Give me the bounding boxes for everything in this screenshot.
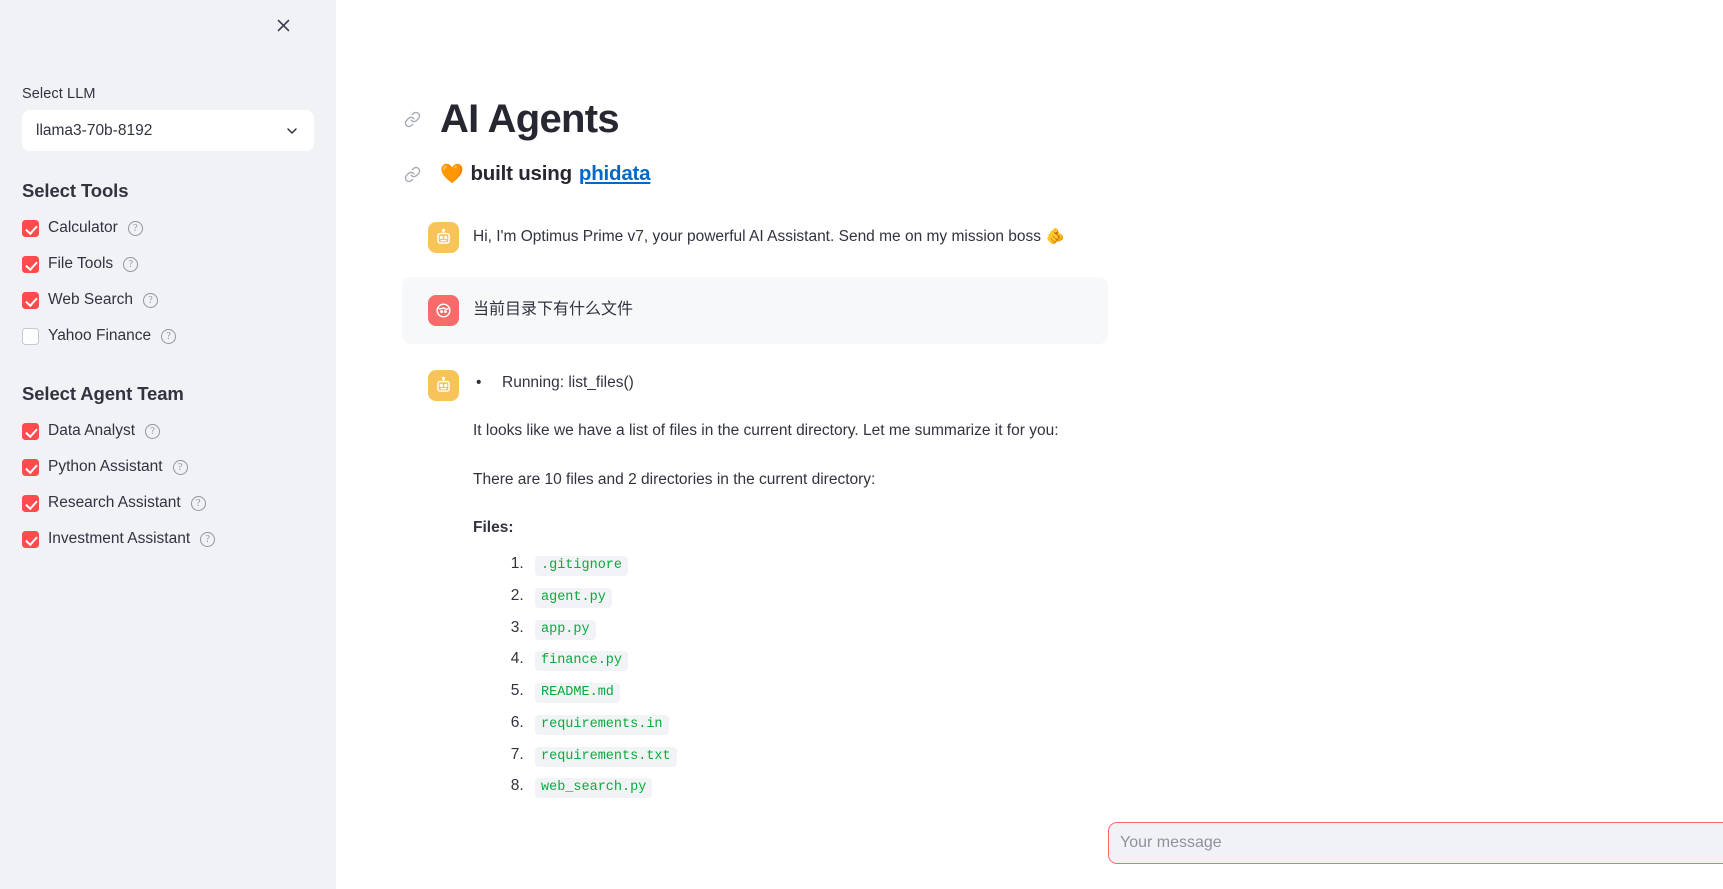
pointing-hand-icon: 🫵 xyxy=(1046,228,1065,245)
checkbox-icon[interactable] xyxy=(22,291,39,309)
file-name: requirements.txt xyxy=(535,746,677,767)
help-icon[interactable]: ? xyxy=(200,531,216,547)
file-list-item: .gitignore xyxy=(528,552,1059,576)
sidebar: Select LLM llama3-70b-8192 Select Tools … xyxy=(0,0,336,889)
agent-label: Investment Assistant xyxy=(48,530,191,547)
llm-select-value: llama3-70b-8192 xyxy=(36,121,153,139)
file-list: .gitignore agent.py app.py finance.py RE… xyxy=(473,552,1059,799)
greeting-text-wrap: Hi, I'm Optimus Prime v7, your powerful … xyxy=(473,222,1065,249)
files-heading: Files: xyxy=(473,518,514,536)
file-name: finance.py xyxy=(535,651,629,672)
help-icon[interactable]: ? xyxy=(143,292,159,308)
response-paragraph-1: It looks like we have a list of files in… xyxy=(473,422,1059,440)
help-icon[interactable]: ? xyxy=(190,495,206,511)
app-root: Select LLM llama3-70b-8192 Select Tools … xyxy=(0,0,1723,889)
chat-message-greeting: Hi, I'm Optimus Prime v7, your powerful … xyxy=(402,212,1108,263)
checkbox-icon[interactable] xyxy=(22,530,39,548)
checkbox-icon[interactable] xyxy=(22,219,39,237)
llm-select[interactable]: llama3-70b-8192 xyxy=(22,110,314,151)
link-icon[interactable] xyxy=(402,166,422,183)
help-icon[interactable]: ? xyxy=(123,256,139,272)
tool-label: Yahoo Finance xyxy=(48,327,152,344)
file-list-item: web_search.py xyxy=(528,774,1059,799)
robot-icon xyxy=(428,222,459,253)
page-title: AI Agents xyxy=(440,97,620,141)
file-list-item: agent.py xyxy=(528,584,1059,608)
file-list-item: requirements.txt xyxy=(528,743,1059,767)
tool-label: File Tools xyxy=(48,255,114,272)
agent-label: Research Assistant xyxy=(48,494,181,511)
subtitle-text: built using xyxy=(470,162,572,185)
file-name: agent.py xyxy=(535,587,612,608)
help-icon[interactable]: ? xyxy=(172,459,188,475)
file-name: app.py xyxy=(535,619,596,640)
page-title-row: AI Agents xyxy=(402,96,1108,142)
file-list-item: finance.py xyxy=(528,647,1059,672)
tool-checkbox-file-tools[interactable]: File Tools ? xyxy=(22,246,314,282)
main-content: AI Agents 🧡 built using phidata Hi, I'm … xyxy=(336,0,1723,889)
help-icon[interactable]: ? xyxy=(161,328,177,344)
file-name: .gitignore xyxy=(535,556,629,576)
tool-call-text: Running: list_files() xyxy=(502,374,634,391)
help-icon[interactable]: ? xyxy=(145,423,161,439)
chat-message-user: 当前目录下有什么文件 xyxy=(402,277,1108,344)
file-list-item: requirements.in xyxy=(528,711,1059,735)
tool-call-item: • Running: list_files() xyxy=(476,371,1059,394)
robot-icon xyxy=(428,370,459,401)
person-icon xyxy=(428,295,459,326)
response-paragraph-2: There are 10 files and 2 directories in … xyxy=(473,470,876,488)
file-name: requirements.in xyxy=(535,714,669,735)
chevron-down-icon xyxy=(284,123,300,139)
checkbox-icon[interactable] xyxy=(22,458,39,476)
file-name: README.md xyxy=(535,683,620,703)
heart-icon: 🧡 xyxy=(440,164,464,185)
checkbox-icon[interactable] xyxy=(22,494,39,512)
help-icon[interactable]: ? xyxy=(127,220,143,236)
phidata-link[interactable]: phidata xyxy=(579,162,651,186)
response-body: • Running: list_files() It looks like we… xyxy=(473,370,1059,806)
close-icon[interactable] xyxy=(268,10,298,40)
tool-checkbox-web-search[interactable]: Web Search ? xyxy=(22,282,314,318)
checkbox-icon[interactable] xyxy=(22,327,39,345)
agent-checkbox-research-assistant[interactable]: Research Assistant ? xyxy=(22,485,314,521)
greeting-text: Hi, I'm Optimus Prime v7, your powerful … xyxy=(473,228,1042,245)
tool-checkbox-calculator[interactable]: Calculator ? xyxy=(22,210,314,246)
link-icon[interactable] xyxy=(402,111,422,128)
tool-checkbox-yahoo-finance[interactable]: Yahoo Finance ? xyxy=(22,318,314,354)
chat-message-response: • Running: list_files() It looks like we… xyxy=(402,360,1108,816)
agent-label: Python Assistant xyxy=(48,458,163,475)
tool-label: Web Search xyxy=(48,291,134,308)
agent-checkbox-investment-assistant[interactable]: Investment Assistant ? xyxy=(22,521,314,557)
checkbox-icon[interactable] xyxy=(22,422,39,440)
file-list-item: README.md xyxy=(528,679,1059,703)
select-tools-heading: Select Tools xyxy=(22,180,129,201)
subtitle-row: 🧡 built using phidata xyxy=(402,162,1108,186)
checkbox-icon[interactable] xyxy=(22,255,39,273)
tool-label: Calculator xyxy=(48,219,118,236)
select-llm-label: Select LLM xyxy=(22,86,96,102)
user-message-text: 当前目录下有什么文件 xyxy=(473,301,634,318)
subtitle: 🧡 built using phidata xyxy=(440,162,651,186)
chat-thread: Hi, I'm Optimus Prime v7, your powerful … xyxy=(402,212,1108,816)
agent-checkbox-python-assistant[interactable]: Python Assistant ? xyxy=(22,449,314,485)
agent-label: Data Analyst xyxy=(48,422,136,439)
bullet-icon: • xyxy=(476,374,482,391)
tool-call-list: • Running: list_files() xyxy=(476,371,1059,394)
chat-input-bar[interactable] xyxy=(1108,822,1723,864)
file-name: web_search.py xyxy=(535,778,653,799)
agent-checkbox-data-analyst[interactable]: Data Analyst ? xyxy=(22,413,314,449)
select-agent-team-heading: Select Agent Team xyxy=(22,383,184,404)
file-list-item: app.py xyxy=(528,616,1059,640)
chat-input[interactable] xyxy=(1120,823,1723,863)
